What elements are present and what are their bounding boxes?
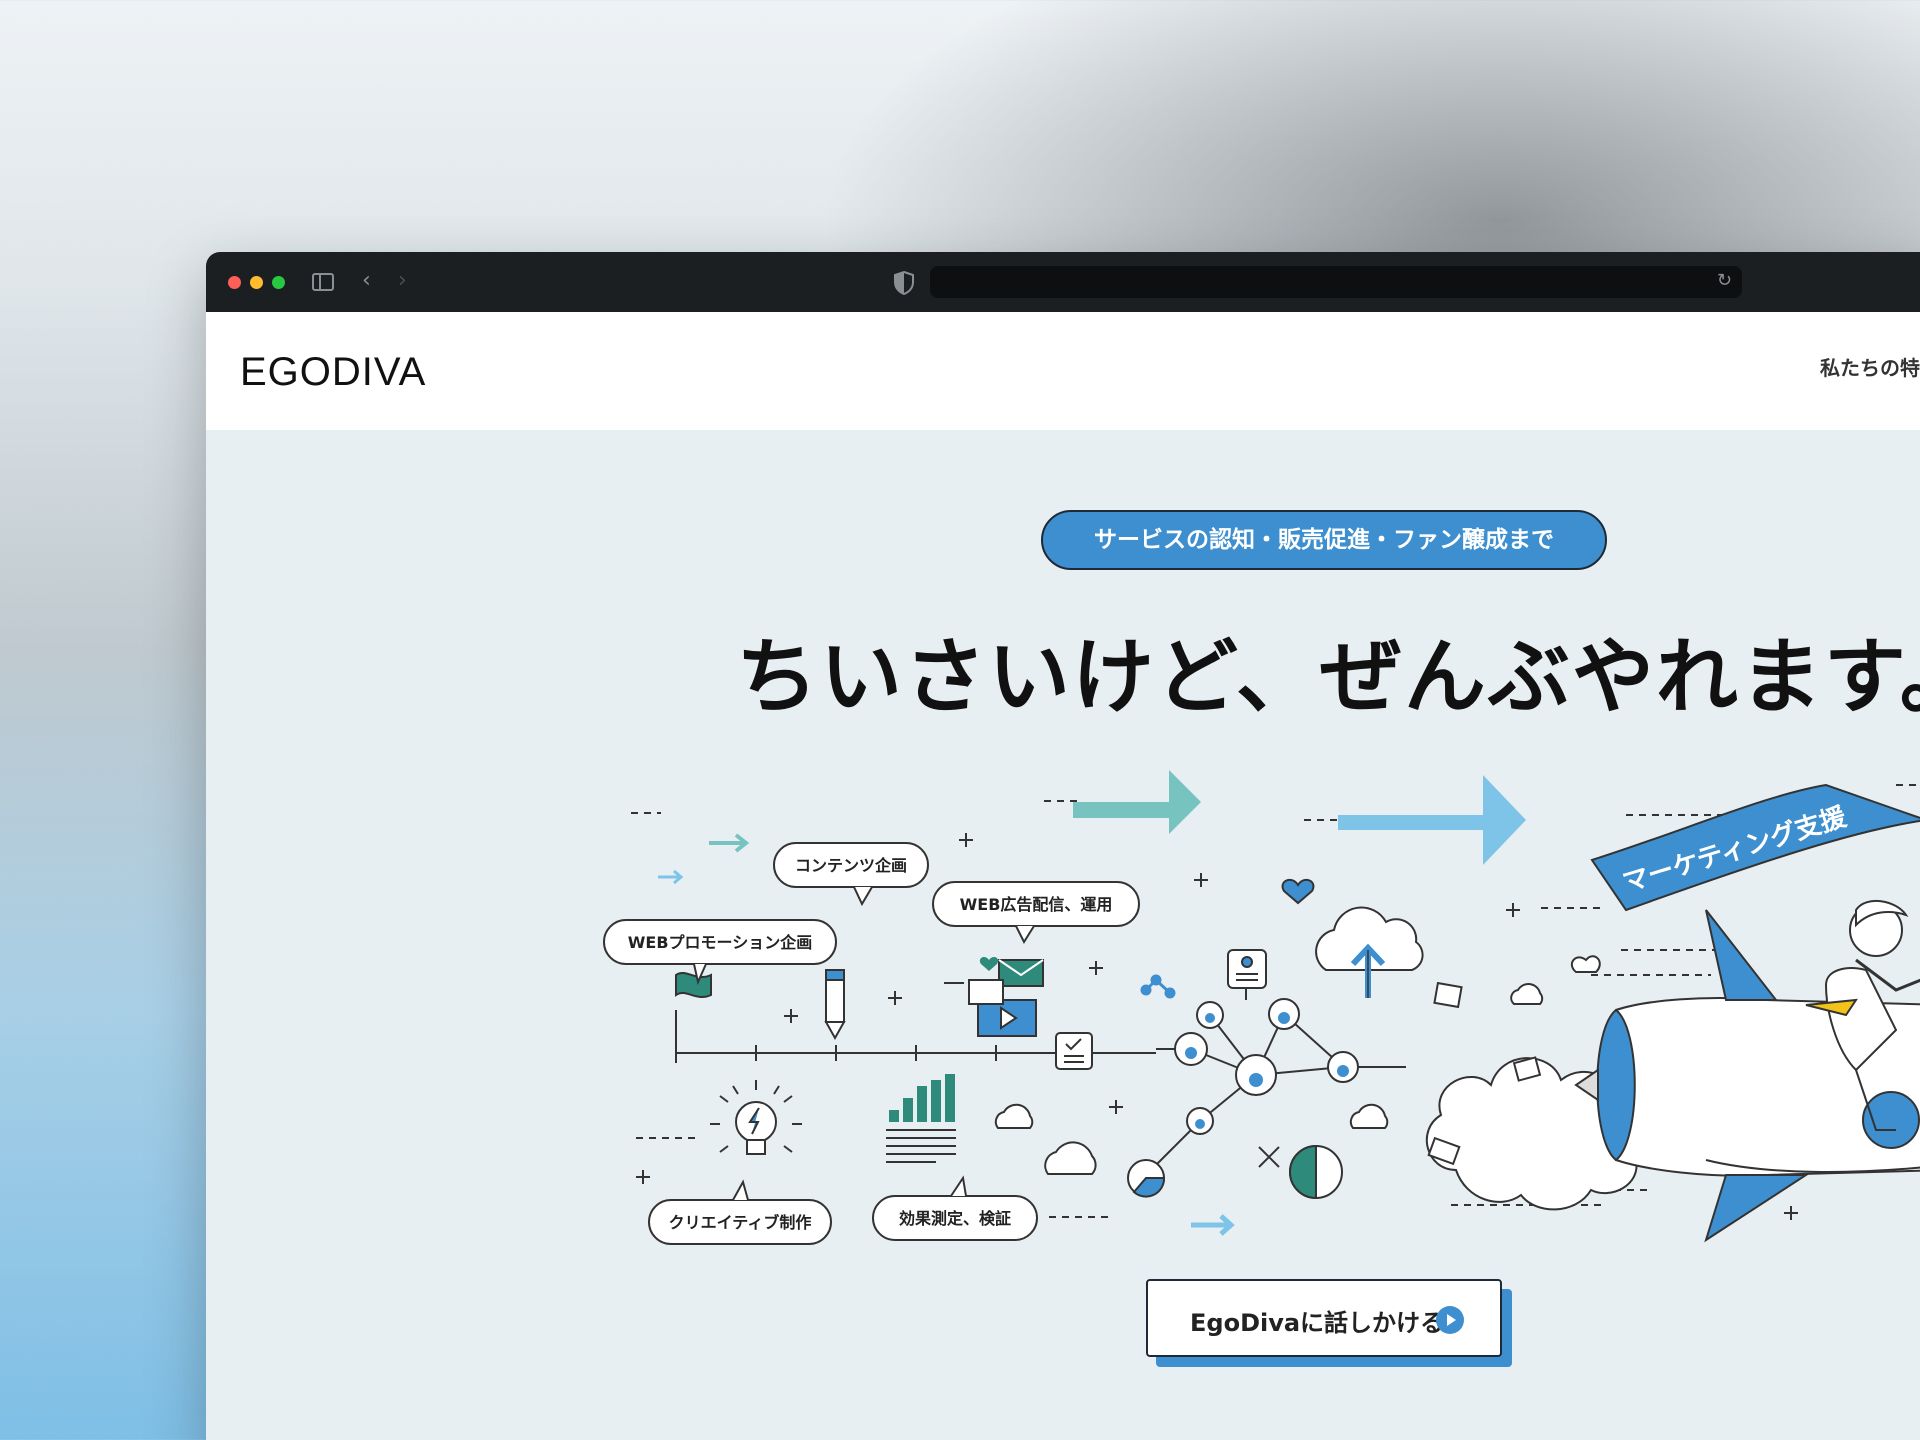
bar-chart-icon: [886, 1074, 956, 1163]
address-bar[interactable]: ↻: [930, 266, 1742, 298]
share-icon: [1140, 974, 1176, 999]
hero-section: WEBプロモーション企画 コンテンツ企画 WEB広告配信、運用 クリエイティブ制…: [206, 430, 1920, 1440]
back-icon[interactable]: ‹: [362, 268, 371, 294]
sidebar-toggle-icon[interactable]: [312, 273, 334, 291]
reload-icon[interactable]: ↻: [1717, 270, 1732, 291]
close-window-button[interactable]: [228, 276, 241, 289]
browser-window: ‹ › ↻ EGODIVA 私たちの特 WEBプロモーション企画 コンテンツ企画…: [206, 252, 1920, 1440]
browser-toolbar: ‹ › ↻: [206, 252, 1920, 312]
bubble-creative: クリエイティブ制作: [648, 1179, 832, 1245]
bubble-creative-label: クリエイティブ制作: [669, 1213, 812, 1232]
site-logo[interactable]: EGODIVA: [240, 350, 426, 394]
shield-icon[interactable]: [892, 270, 916, 296]
tagline-pill: サービスの認知・販売促進・ファン醸成まで: [1041, 510, 1607, 570]
maximize-window-button[interactable]: [272, 276, 285, 289]
contact-cta-button[interactable]: EgoDivaに話しかける: [1146, 1279, 1502, 1357]
bubble-measurement: 効果測定、検証: [872, 1175, 1038, 1241]
forward-icon[interactable]: ›: [398, 268, 407, 294]
bubble-content-planning-label: コンテンツ企画: [795, 856, 907, 875]
heart-icon: [1281, 878, 1315, 905]
flag-icon: [675, 972, 712, 998]
cta-label: EgoDivaに話しかける: [1190, 1309, 1445, 1337]
marketing-illustration: WEBプロモーション企画 コンテンツ企画 WEB広告配信、運用 クリエイティブ制…: [603, 770, 1920, 1245]
play-circle-icon: [1436, 1306, 1464, 1334]
minimize-window-button[interactable]: [250, 276, 263, 289]
bubble-web-ads: WEB広告配信、運用: [932, 881, 1140, 945]
media-icons: [944, 957, 1044, 1037]
cloud-upload-icon: [1315, 906, 1424, 998]
bubble-measurement-label: 効果測定、検証: [899, 1209, 1011, 1228]
pencil-icon: [824, 969, 846, 1041]
hero-headline: ちいさいけど、ぜんぶやれます。: [736, 630, 1920, 725]
bubble-web-ads-label: WEB広告配信、運用: [960, 895, 1113, 914]
checklist-icon: [1055, 1032, 1093, 1070]
bubble-content-planning: コンテンツ企画: [773, 842, 929, 907]
marketing-banner: マーケティング支援: [1590, 783, 1920, 912]
bubble-web-promotion: WEBプロモーション企画: [603, 919, 837, 986]
lightbulb-icon: [710, 1080, 802, 1155]
site-header: EGODIVA 私たちの特: [206, 312, 1920, 430]
nav-link-features[interactable]: 私たちの特: [1820, 352, 1920, 381]
bubble-web-promotion-label: WEBプロモーション企画: [628, 933, 812, 952]
pie-chart-icons: [1127, 1144, 1343, 1200]
